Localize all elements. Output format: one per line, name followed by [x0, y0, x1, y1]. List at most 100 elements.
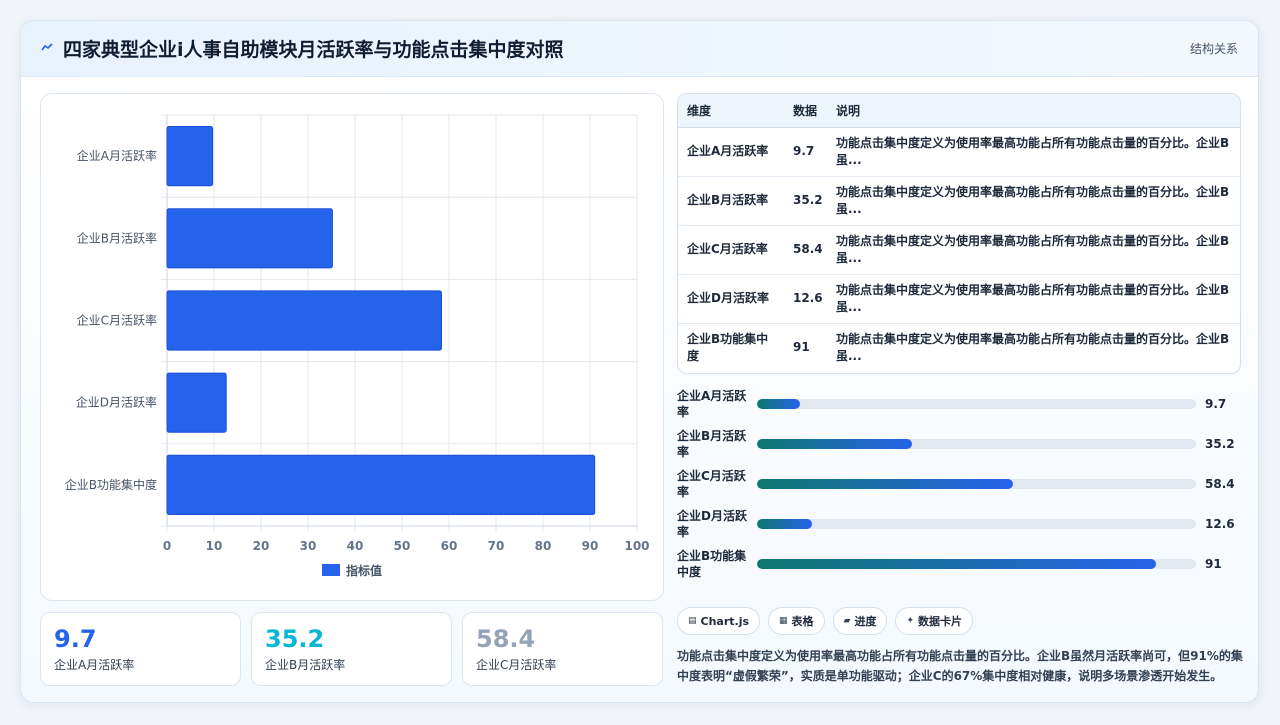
y-category-label: 企业C月活跃率	[77, 313, 157, 328]
cell-dimension: 企业A月活跃率	[678, 127, 784, 177]
y-category-label: 企业B月活跃率	[77, 230, 157, 245]
progress-fill	[757, 479, 1014, 489]
stat-card: 9.7 企业A月活跃率	[40, 612, 241, 686]
description-text: 功能点击集中度定义为使用率最高功能占所有功能点击量的百分比。企业B虽...	[836, 233, 1230, 265]
progress-row: 企业A月活跃率 9.7	[677, 384, 1241, 424]
cell-value: 9.7	[784, 127, 827, 177]
y-category-label: 企业D月活跃率	[76, 395, 157, 410]
title-group: 四家典型企业i人事自助模块月活跃率与功能点击集中度对照	[41, 35, 564, 62]
column-header: 说明	[827, 94, 1240, 128]
analysis-note: 功能点击集中度定义为使用率最高功能占所有功能点击量的百分比。企业B虽然月活跃率尚…	[677, 649, 1243, 683]
table-button[interactable]: ▦ 表格	[768, 607, 825, 635]
progress-value: 9.7	[1205, 397, 1227, 411]
progress-track	[757, 519, 1196, 529]
data-card-button[interactable]: ✦ 数据卡片	[895, 607, 974, 635]
x-tick-label: 80	[535, 539, 552, 553]
legend-swatch	[322, 564, 340, 576]
y-category-label: 企业A月活跃率	[77, 148, 157, 163]
progress-fill	[757, 559, 1157, 569]
x-tick-label: 90	[582, 539, 599, 553]
view-switcher: ▤ Chart.js ▦ 表格 ▰ 进度 ✦ 数据卡片	[677, 607, 974, 635]
chartjs-button[interactable]: ▤ Chart.js	[677, 607, 761, 635]
button-label: 数据卡片	[918, 615, 963, 628]
x-tick-label: 60	[441, 539, 458, 553]
cell-description: 功能点击集中度定义为使用率最高功能占所有功能点击量的百分比。企业B虽...	[827, 127, 1240, 177]
header-bar: 四家典型企业i人事自助模块月活跃率与功能点击集中度对照 结构关系	[21, 21, 1258, 77]
x-tick-label: 0	[163, 539, 171, 553]
trend-line-icon	[41, 41, 53, 56]
x-tick-label: 40	[347, 539, 364, 553]
bar	[166, 208, 333, 269]
bar	[166, 126, 214, 187]
x-tick-label: 30	[300, 539, 317, 553]
cell-dimension: 企业C月活跃率	[678, 225, 784, 275]
stat-label: 企业B月活跃率	[265, 658, 346, 672]
button-label: 进度	[854, 615, 877, 628]
progress-row: 企业D月活跃率 12.6	[677, 504, 1241, 544]
progress-label: 企业A月活跃率	[677, 389, 747, 419]
bar	[166, 454, 596, 515]
stat-value: 58.4	[476, 625, 536, 653]
legend-label: 指标值	[346, 563, 382, 578]
progress-label: 企业D月活跃率	[677, 509, 747, 539]
progress-fill	[757, 519, 813, 529]
table-row: 企业B功能集中度 91 功能点击集中度定义为使用率最高功能占所有功能点击量的百分…	[678, 323, 1240, 372]
table-row: 企业D月活跃率 12.6 功能点击集中度定义为使用率最高功能占所有功能点击量的百…	[678, 274, 1240, 324]
description-text: 功能点击集中度定义为使用率最高功能占所有功能点击量的百分比。企业B虽...	[836, 331, 1230, 363]
cell-dimension: 企业B月活跃率	[678, 176, 784, 226]
chart-icon: ▤	[688, 616, 697, 626]
progress-row: 企业B月活跃率 35.2	[677, 424, 1241, 464]
cell-value: 58.4	[784, 225, 827, 275]
data-table-panel: 维度 数据 说明 企业A月活跃率 9.7 功能点击集中度定义为使用率最高功能占所…	[677, 93, 1241, 374]
column-header: 数据	[784, 94, 827, 128]
bar	[166, 290, 442, 351]
cell-value: 35.2	[784, 176, 827, 226]
progress-row: 企业B功能集中度 91	[677, 544, 1241, 584]
cell-description: 功能点击集中度定义为使用率最高功能占所有功能点击量的百分比。企业B虽...	[827, 225, 1240, 275]
bar-chart: 0 10 20 30 40 50 60 70 80 90 100 企业A月活跃率企业B月活跃率企业C月…	[65, 114, 650, 578]
cell-value: 12.6	[784, 274, 827, 324]
progress-track	[757, 399, 1196, 409]
description-text: 功能点击集中度定义为使用率最高功能占所有功能点击量的百分比。企业B虽...	[836, 135, 1230, 167]
progress-value: 58.4	[1205, 477, 1235, 491]
page-title: 四家典型企业i人事自助模块月活跃率与功能点击集中度对照	[63, 39, 564, 61]
content-area: 0 10 20 30 40 50 60 70 80 90 100 企业A月活跃率 企业B月活跃率 企业C月…	[21, 78, 1258, 702]
progress-label: 企业C月活跃率	[677, 469, 746, 499]
bar-chart-panel: 0 10 20 30 40 50 60 70 80 90 100 企业A月活跃率 企业B月活跃率 企业C月…	[40, 93, 664, 601]
x-tick-label: 70	[488, 539, 505, 553]
dashboard-card: 四家典型企业i人事自助模块月活跃率与功能点击集中度对照 结构关系 0 10 20 30…	[20, 20, 1259, 703]
stat-value: 35.2	[265, 625, 325, 653]
cell-dimension: 企业D月活跃率	[678, 274, 784, 324]
progress-icon: ▰	[843, 616, 851, 626]
progress-fill	[757, 439, 912, 449]
cell-description: 功能点击集中度定义为使用率最高功能占所有功能点击量的百分比。企业B虽...	[827, 274, 1240, 324]
cell-description: 功能点击集中度定义为使用率最高功能占所有功能点击量的百分比。企业B虽...	[827, 176, 1240, 226]
column-header: 维度	[678, 94, 784, 128]
table-row: 企业B月活跃率 35.2 功能点击集中度定义为使用率最高功能占所有功能点击量的百…	[678, 176, 1240, 226]
progress-label: 企业B月活跃率	[677, 429, 747, 459]
button-label: 表格	[791, 615, 814, 628]
progress-button[interactable]: ▰ 进度	[832, 607, 888, 635]
cell-description: 功能点击集中度定义为使用率最高功能占所有功能点击量的百分比。企业B虽...	[827, 323, 1240, 372]
cell-value: 91	[793, 340, 810, 355]
stat-card: 35.2 企业B月活跃率	[251, 612, 452, 686]
x-tick-label: 10	[206, 539, 223, 553]
bar	[166, 372, 227, 433]
progress-list: 企业A月活跃率 9.7 企业B月活跃率 35.2 企业C月活跃率 58.4 企业…	[677, 384, 1241, 584]
data-table: 维度 数据 说明 企业A月活跃率 9.7 功能点击集中度定义为使用率最高功能占所…	[678, 94, 1240, 372]
description-text: 功能点击集中度定义为使用率最高功能占所有功能点击量的百分比。企业B虽...	[836, 184, 1230, 216]
y-category-label: 企业B功能集中度	[65, 477, 157, 492]
stat-label: 企业C月活跃率	[476, 658, 557, 672]
structure-tag[interactable]: 结构关系	[1190, 40, 1238, 57]
cell-dimension: 企业B功能集中度	[687, 331, 769, 363]
progress-value: 35.2	[1205, 437, 1235, 451]
progress-value: 12.6	[1205, 517, 1235, 531]
stat-label: 企业A月活跃率	[54, 658, 135, 672]
table-row: 企业A月活跃率 9.7 功能点击集中度定义为使用率最高功能占所有功能点击量的百分…	[678, 127, 1240, 177]
progress-value: 91	[1205, 557, 1222, 571]
button-label: Chart.js	[700, 614, 750, 628]
progress-label: 企业B功能集中度	[677, 549, 747, 579]
table-icon: ▦	[779, 616, 788, 626]
table-row: 企业C月活跃率 58.4 功能点击集中度定义为使用率最高功能占所有功能点击量的百…	[678, 225, 1240, 275]
description-text: 功能点击集中度定义为使用率最高功能占所有功能点击量的百分比。企业B虽...	[836, 282, 1230, 314]
